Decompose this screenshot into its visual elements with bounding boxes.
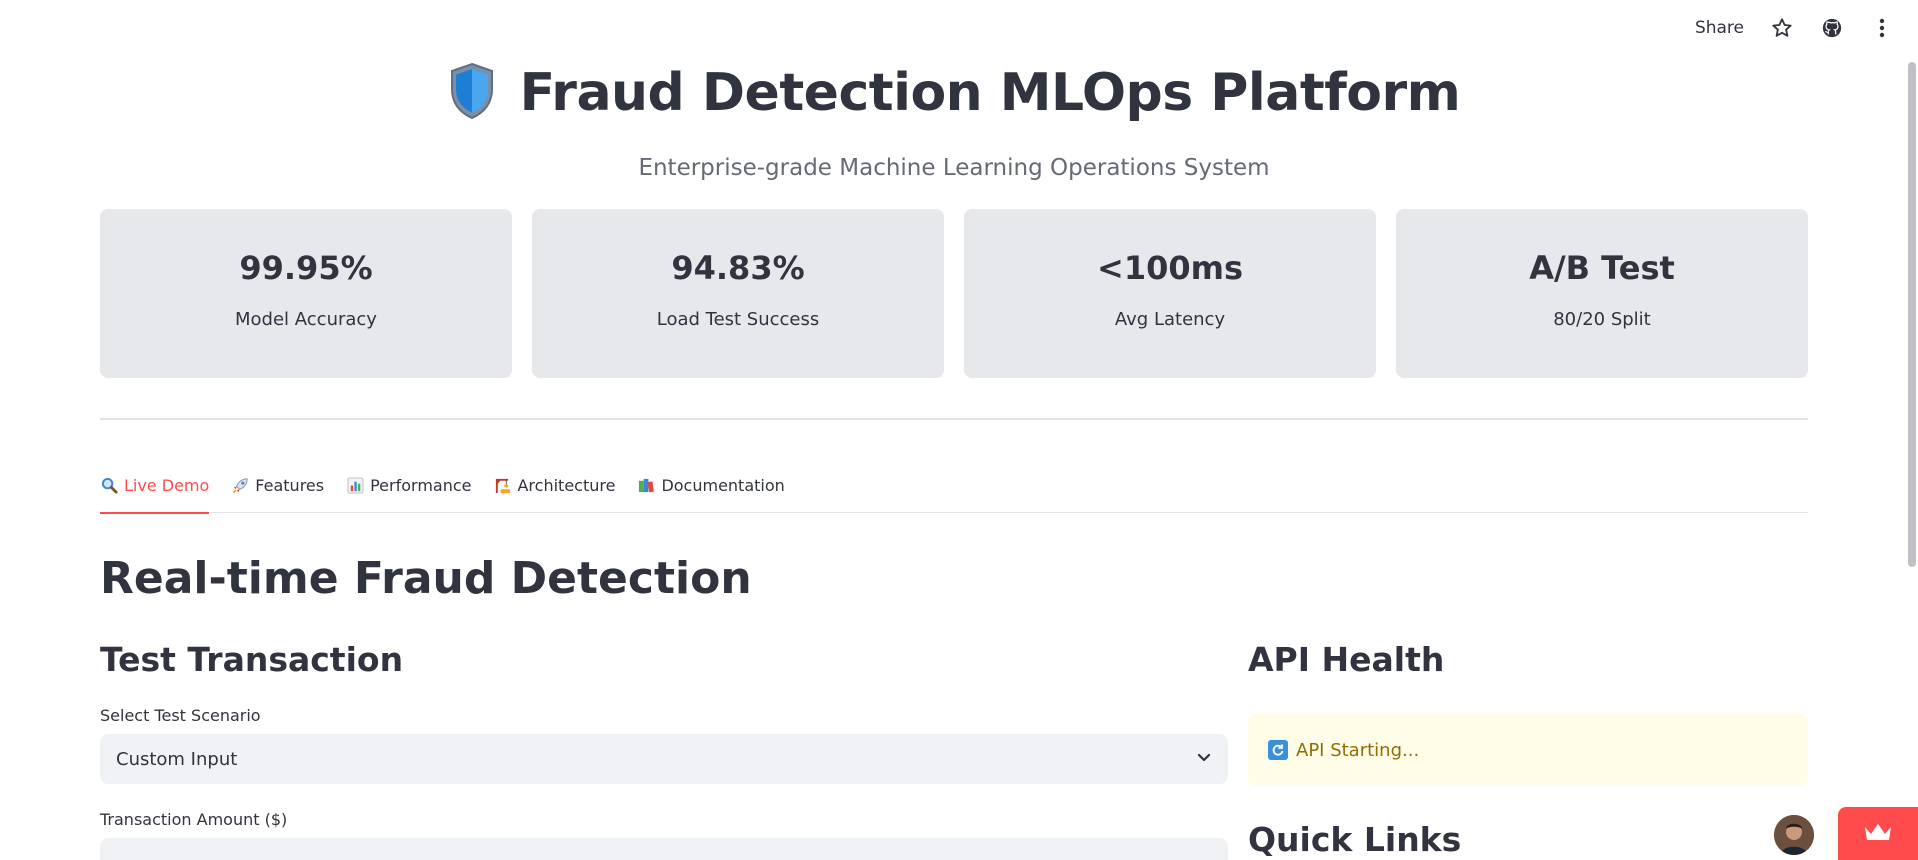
shield-icon — [448, 62, 496, 124]
metric-label: Model Accuracy — [235, 309, 377, 330]
scrollbar[interactable] — [1908, 62, 1916, 567]
streamlit-badge-button[interactable] — [1838, 807, 1918, 860]
metric-value: 99.95% — [239, 249, 373, 287]
tab-documentation[interactable]: Documentation — [637, 470, 785, 513]
scenario-select-value: Custom Input — [116, 748, 238, 770]
page-header: Fraud Detection MLOps Platform — [0, 62, 1908, 124]
crown-icon — [1863, 821, 1893, 847]
more-options-icon[interactable] — [1870, 16, 1894, 40]
metric-value: <100ms — [1097, 249, 1243, 287]
metric-card-load-test: 94.83% Load Test Success — [532, 209, 944, 378]
metric-card-latency: <100ms Avg Latency — [964, 209, 1376, 378]
amount-input[interactable] — [100, 838, 1228, 860]
amount-label: Transaction Amount ($) — [100, 810, 288, 829]
avatar[interactable] — [1774, 815, 1814, 855]
tab-features[interactable]: Features — [231, 470, 324, 513]
scenario-select[interactable]: Custom Input — [100, 734, 1228, 784]
page-title: Fraud Detection MLOps Platform — [519, 63, 1461, 123]
star-icon[interactable] — [1770, 16, 1794, 40]
tab-architecture[interactable]: Architecture — [493, 470, 615, 513]
api-status-alert: API Starting... — [1248, 714, 1808, 786]
refresh-icon — [1268, 740, 1288, 760]
tab-label: Features — [255, 476, 325, 495]
metric-card-ab-test: A/B Test 80/20 Split — [1396, 209, 1808, 378]
chevron-down-icon — [1196, 749, 1212, 770]
api-health-panel: API Health API Starting... Quick Links — [1248, 640, 1808, 859]
scenario-label: Select Test Scenario — [100, 706, 261, 725]
metric-label: Load Test Success — [656, 309, 820, 330]
top-toolbar: Share — [1695, 16, 1894, 40]
github-icon[interactable] — [1820, 16, 1844, 40]
share-button[interactable]: Share — [1695, 18, 1744, 38]
tab-label: Architecture — [517, 476, 616, 495]
tab-performance[interactable]: Performance — [346, 470, 471, 513]
divider — [100, 418, 1808, 420]
metric-value: 94.83% — [671, 249, 805, 287]
metric-cards: 99.95% Model Accuracy 94.83% Load Test S… — [100, 209, 1808, 378]
metric-label: 80/20 Split — [1553, 309, 1651, 330]
bar-chart-icon — [346, 476, 364, 494]
section-title: Real-time Fraud Detection — [100, 553, 752, 604]
page-subtitle: Enterprise-grade Machine Learning Operat… — [638, 155, 1270, 181]
magnifier-icon — [100, 476, 118, 494]
test-transaction-panel: Test Transaction Select Test Scenario Cu… — [100, 640, 1228, 860]
tab-label: Performance — [370, 476, 472, 495]
tab-label: Documentation — [661, 476, 785, 495]
test-transaction-heading: Test Transaction — [100, 640, 404, 679]
metric-label: Avg Latency — [1114, 309, 1226, 330]
tab-bar: Live Demo Features Performance Architect… — [100, 470, 1808, 514]
construction-icon — [493, 476, 511, 494]
books-icon — [637, 476, 655, 494]
api-health-heading: API Health — [1248, 640, 1445, 679]
quick-links-heading: Quick Links — [1248, 820, 1462, 859]
rocket-icon — [231, 476, 249, 494]
metric-value: A/B Test — [1529, 249, 1675, 287]
metric-card-accuracy: 99.95% Model Accuracy — [100, 209, 512, 378]
tab-live-demo[interactable]: Live Demo — [100, 470, 210, 514]
tab-label: Live Demo — [124, 476, 210, 495]
api-status-text: API Starting... — [1296, 739, 1420, 761]
